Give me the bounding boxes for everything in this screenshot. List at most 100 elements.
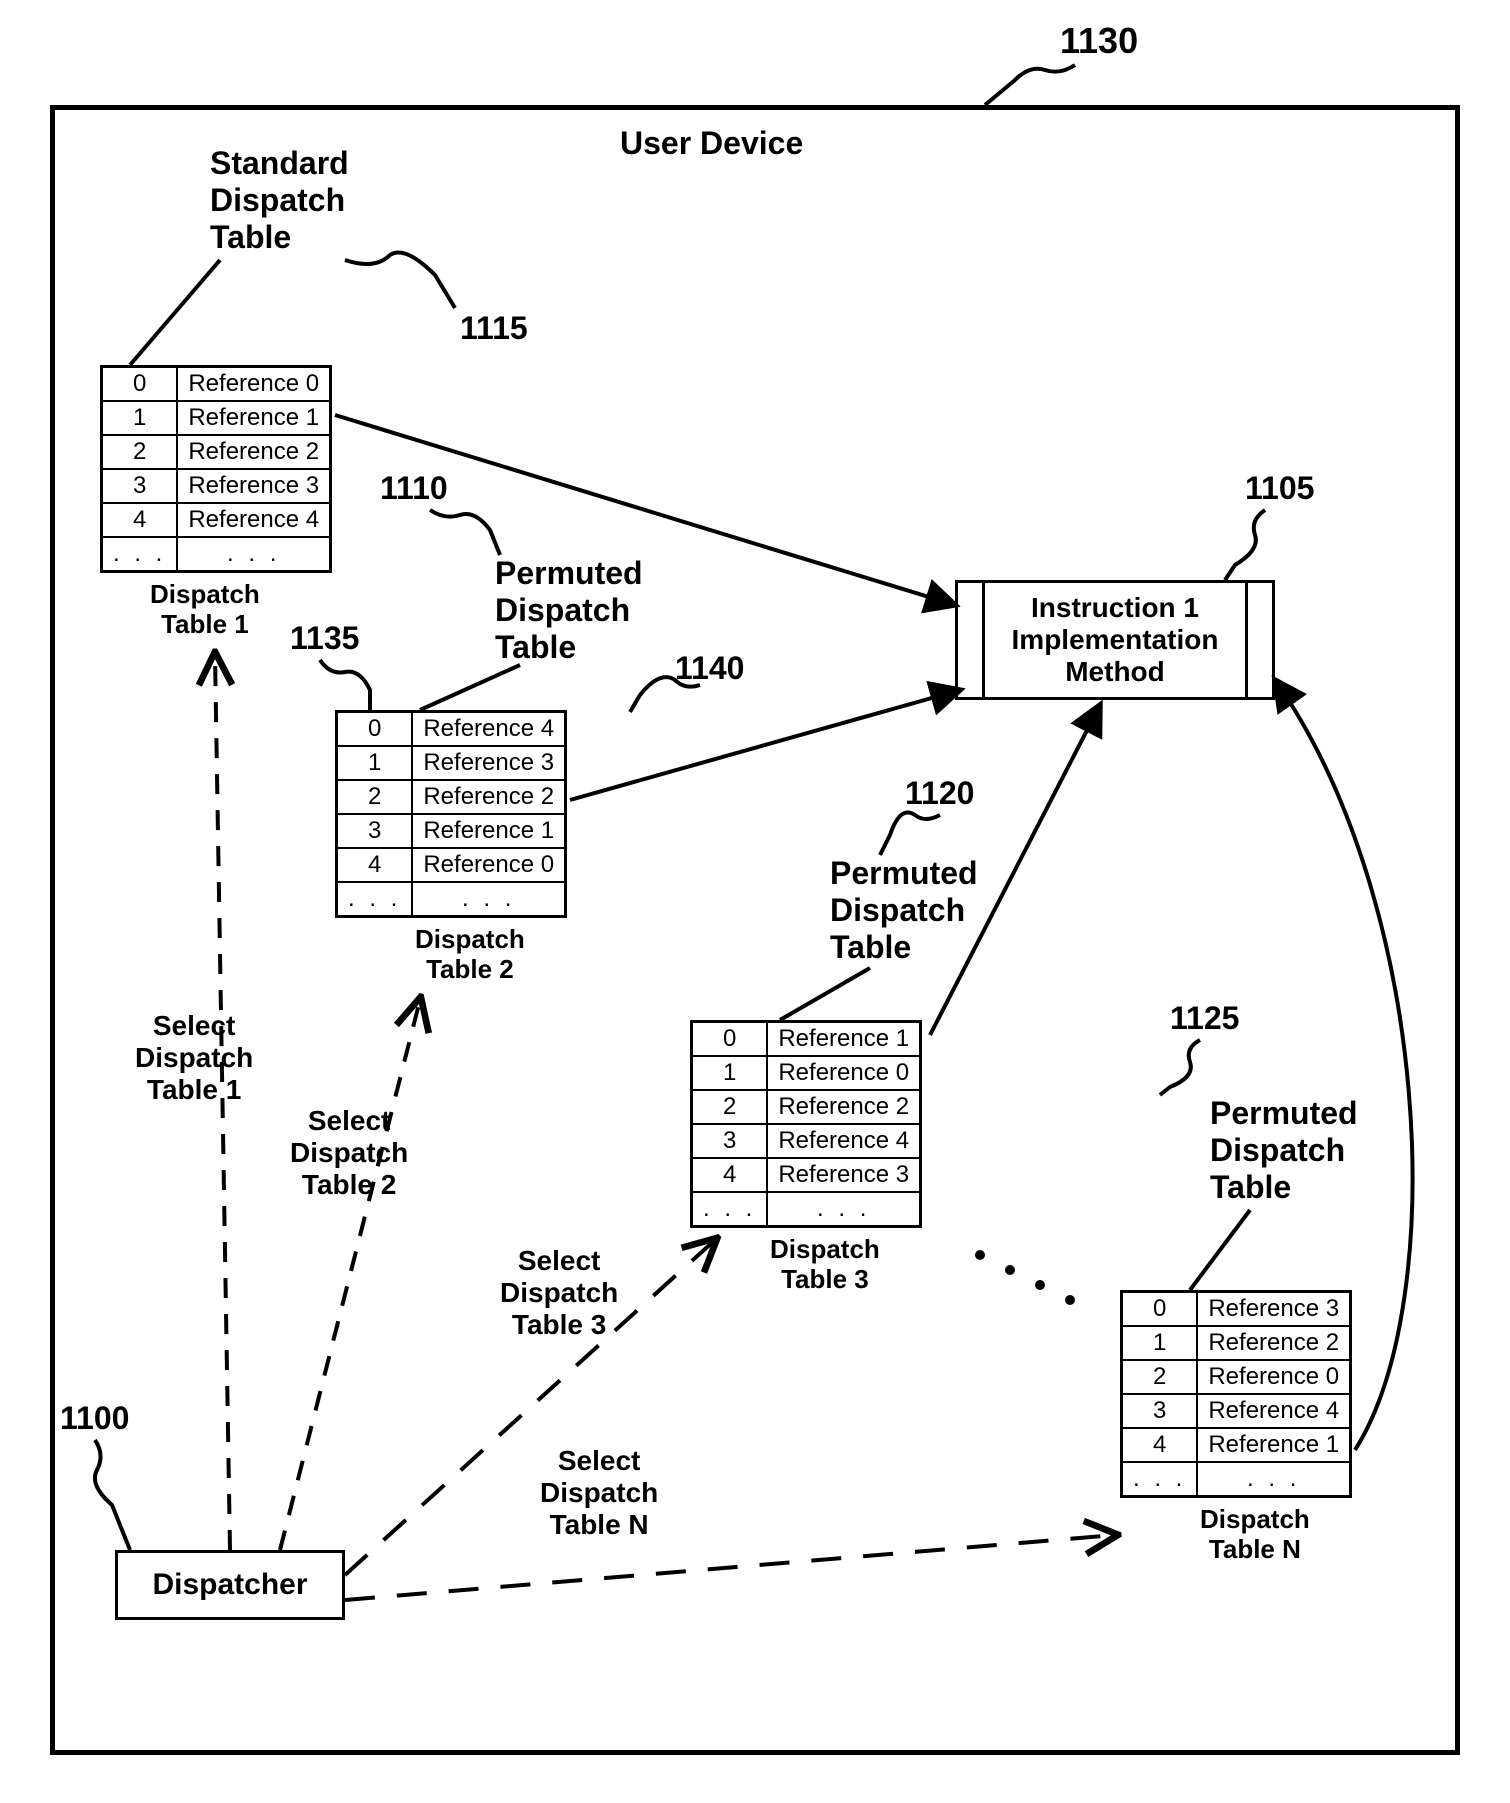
table-cell-value: . . .: [1197, 1462, 1350, 1497]
ref-1135-label: 1135: [290, 620, 359, 657]
table-cell-index: 2: [692, 1090, 768, 1124]
table-row: 4Reference 1: [1122, 1428, 1351, 1462]
table-row: 4Reference 3: [692, 1158, 921, 1192]
table-cell-value: Reference 4: [412, 712, 565, 747]
table-cell-index: 4: [692, 1158, 768, 1192]
table-row: 0Reference 3: [1122, 1292, 1351, 1327]
table-row: . . .. . .: [692, 1192, 921, 1227]
table-cell-value: Reference 2: [1197, 1326, 1350, 1360]
select-table-2-label: Select Dispatch Table 2: [290, 1105, 408, 1202]
table-row: 3Reference 4: [1122, 1394, 1351, 1428]
table-cell-index: 1: [692, 1056, 768, 1090]
table-row: 4Reference 0: [337, 848, 566, 882]
dispatcher-label: Dispatcher: [152, 1568, 307, 1602]
table-cell-value: . . .: [177, 537, 330, 572]
table-cell-index: 2: [1122, 1360, 1198, 1394]
table-cell-index: 2: [337, 780, 413, 814]
select-table-3-label: Select Dispatch Table 3: [500, 1245, 618, 1342]
ref-1115-label: 1115: [460, 310, 528, 347]
dispatch-table-1-caption: Dispatch Table 1: [150, 580, 260, 640]
table-row: 3Reference 1: [337, 814, 566, 848]
diagram-canvas: 1 1 3 0 User Device Standard Dispatch Table…: [0, 0, 1510, 1803]
table-cell-index: 3: [1122, 1394, 1198, 1428]
table-cell-value: Reference 0: [767, 1056, 920, 1090]
instruction-impl-box: Instruction 1 Implementation Method: [955, 580, 1275, 700]
table-row: 2Reference 2: [337, 780, 566, 814]
dispatch-table-n: 0Reference 31Reference 22Reference 03Ref…: [1120, 1290, 1352, 1498]
table-row: 2Reference 2: [102, 435, 331, 469]
table-cell-value: Reference 2: [412, 780, 565, 814]
table-cell-value: Reference 2: [177, 435, 330, 469]
table-cell-value: Reference 4: [1197, 1394, 1350, 1428]
table-row: 2Reference 0: [1122, 1360, 1351, 1394]
table-cell-index: 4: [1122, 1428, 1198, 1462]
dispatch-table-n-caption: Dispatch Table N: [1200, 1505, 1310, 1565]
permuted-dispatch-label-2: Permuted Dispatch Table: [830, 855, 978, 965]
select-table-n-label: Select Dispatch Table N: [540, 1445, 658, 1542]
table-cell-index: . . .: [1122, 1462, 1198, 1497]
table-row: 1Reference 2: [1122, 1326, 1351, 1360]
table-cell-value: Reference 1: [177, 401, 330, 435]
table-cell-value: Reference 0: [412, 848, 565, 882]
table-row: . . .. . .: [102, 537, 331, 572]
table-cell-index: . . .: [102, 537, 178, 572]
dispatch-table-2: 0Reference 41Reference 32Reference 23Ref…: [335, 710, 567, 918]
table-row: 2Reference 2: [692, 1090, 921, 1124]
table-row: 3Reference 4: [692, 1124, 921, 1158]
table-cell-index: . . .: [692, 1192, 768, 1227]
table-cell-value: Reference 3: [177, 469, 330, 503]
table-row: 0Reference 4: [337, 712, 566, 747]
table-row: 1Reference 3: [337, 746, 566, 780]
table-cell-index: 4: [337, 848, 413, 882]
ref-1125-label: 1125: [1170, 1000, 1239, 1037]
table-cell-value: Reference 1: [1197, 1428, 1350, 1462]
standard-dispatch-label: Standard Dispatch Table: [210, 145, 349, 255]
table-cell-index: 3: [337, 814, 413, 848]
table-row: 4Reference 4: [102, 503, 331, 537]
table-cell-index: 4: [102, 503, 178, 537]
table-cell-value: Reference 2: [767, 1090, 920, 1124]
instruction-impl-label: Instruction 1 Implementation Method: [958, 592, 1272, 688]
dispatch-table-1: 0Reference 01Reference 12Reference 23Ref…: [100, 365, 332, 573]
table-row: 0Reference 0: [102, 367, 331, 402]
table-cell-value: Reference 3: [767, 1158, 920, 1192]
permuted-dispatch-label-3: Permuted Dispatch Table: [1210, 1095, 1358, 1205]
dispatcher-box: Dispatcher: [115, 1550, 345, 1620]
table-cell-value: . . .: [767, 1192, 920, 1227]
table-row: 0Reference 1: [692, 1022, 921, 1057]
table-cell-index: 0: [1122, 1292, 1198, 1327]
ref-1120-label: 1120: [905, 775, 974, 812]
table-cell-value: Reference 0: [177, 367, 330, 402]
table-row: 1Reference 1: [102, 401, 331, 435]
table-cell-index: . . .: [337, 882, 413, 917]
table-row: . . .. . .: [337, 882, 566, 917]
ref-1140-label: 1140: [675, 650, 744, 687]
table-cell-value: Reference 3: [412, 746, 565, 780]
dispatch-table-3-caption: Dispatch Table 3: [770, 1235, 880, 1295]
table-cell-value: Reference 4: [767, 1124, 920, 1158]
table-cell-index: 0: [692, 1022, 768, 1057]
table-cell-index: 1: [1122, 1326, 1198, 1360]
table-cell-value: . . .: [412, 882, 565, 917]
table-cell-value: Reference 3: [1197, 1292, 1350, 1327]
table-cell-index: 1: [337, 746, 413, 780]
user-device-title: User Device: [620, 125, 803, 162]
table-cell-value: Reference 1: [412, 814, 565, 848]
select-table-1-label: Select Dispatch Table 1: [135, 1010, 253, 1107]
table-cell-index: 2: [102, 435, 178, 469]
ref-1110-label: 1110: [380, 470, 448, 507]
table-cell-index: 1: [102, 401, 178, 435]
permuted-dispatch-label-1: Permuted Dispatch Table: [495, 555, 643, 665]
table-row: 3Reference 3: [102, 469, 331, 503]
table-cell-index: 0: [102, 367, 178, 402]
table-cell-index: 3: [102, 469, 178, 503]
table-row: 1Reference 0: [692, 1056, 921, 1090]
table-cell-value: Reference 0: [1197, 1360, 1350, 1394]
dispatch-table-3: 0Reference 11Reference 02Reference 23Ref…: [690, 1020, 922, 1228]
table-cell-index: 3: [692, 1124, 768, 1158]
ref-1105-label: 1105: [1245, 470, 1314, 507]
table-cell-value: Reference 4: [177, 503, 330, 537]
dispatch-table-2-caption: Dispatch Table 2: [415, 925, 525, 985]
table-cell-value: Reference 1: [767, 1022, 920, 1057]
ref-1100-label: 1100: [60, 1400, 129, 1437]
